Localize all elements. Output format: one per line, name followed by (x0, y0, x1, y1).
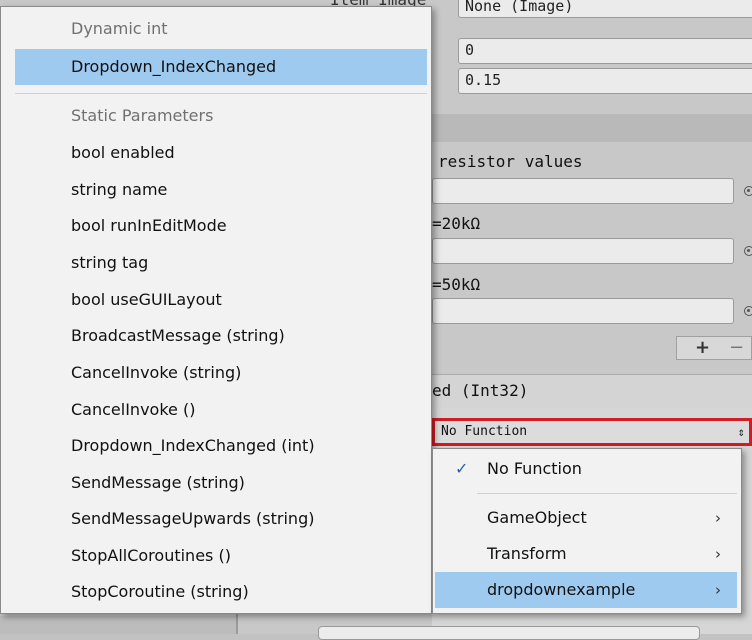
menu-item-sendmessage[interactable]: SendMessage (string) (15, 465, 427, 501)
event-header: ed (Int32) (432, 374, 752, 409)
value-field[interactable]: 0 (458, 38, 752, 64)
function-menu-item-label: No Function (487, 459, 582, 478)
function-menu-item-label: Transform (487, 544, 567, 563)
function-menu-item-label: dropdownexample (487, 580, 636, 599)
resistor-values-label: resistor values (438, 152, 583, 171)
resistor-input-3[interactable] (432, 298, 734, 324)
list-add-remove-bar: + − (676, 336, 752, 360)
item-image-value: None (Image) (465, 0, 574, 15)
alpha-field-text: 0.15 (465, 71, 502, 89)
menu-item-dropdown-indexchanged-dynamic[interactable]: Dropdown_IndexChanged (15, 49, 427, 85)
section-header-bar (432, 114, 752, 142)
event-label: ed (Int32) (432, 381, 529, 400)
function-menu-item-dropdownexample[interactable]: dropdownexample › (435, 572, 737, 608)
checkmark-icon: ✓ (455, 459, 469, 478)
add-button[interactable]: + (695, 337, 710, 358)
menu-item-bool-runineditmode[interactable]: bool runInEditMode (15, 208, 427, 244)
bottom-field[interactable] (318, 626, 700, 640)
resistor-input-1[interactable] (432, 178, 734, 204)
menu-header-static: Static Parameters (71, 106, 214, 125)
menu-header-dynamic: Dynamic int (71, 19, 168, 38)
item-image-field[interactable]: None (Image) (458, 0, 752, 18)
function-menu-item-no-function[interactable]: ✓ No Function (435, 451, 737, 487)
function-menu-item-label: GameObject (487, 508, 587, 527)
menu-separator (477, 493, 737, 494)
dropdown-arrow-icon: ⇕ (737, 425, 745, 439)
option-20k-label: =20kΩ (432, 214, 481, 233)
function-dropdown[interactable]: No Function ⇕ (432, 418, 752, 446)
menu-item-sendmessageupwards[interactable]: SendMessageUpwards (string) (15, 501, 427, 537)
value-field-text: 0 (465, 41, 475, 59)
chevron-right-icon: › (715, 581, 721, 599)
menu-item-cancelinvoke[interactable]: CancelInvoke () (15, 392, 427, 428)
object-picker-icon[interactable] (744, 186, 752, 196)
menu-item-broadcastmessage[interactable]: BroadcastMessage (string) (15, 318, 427, 354)
function-menu-item-gameobject[interactable]: GameObject › (435, 500, 737, 536)
menu-item-bool-enabled[interactable]: bool enabled (15, 135, 427, 171)
menu-item-string-name[interactable]: string name (15, 172, 427, 208)
menu-item-stopcoroutine[interactable]: StopCoroutine (string) (15, 574, 427, 610)
resistor-input-2[interactable] (432, 238, 734, 264)
chevron-right-icon: › (715, 545, 721, 563)
chevron-right-icon: › (715, 509, 721, 527)
object-picker-icon[interactable] (744, 306, 752, 316)
menu-item-stopallcoroutines[interactable]: StopAllCoroutines () (15, 538, 427, 574)
parameter-menu: Dynamic int Dropdown_IndexChanged Static… (0, 6, 432, 614)
menu-item-cancelinvoke-string[interactable]: CancelInvoke (string) (15, 355, 427, 391)
function-dropdown-value: No Function (441, 424, 528, 439)
menu-item-string-tag[interactable]: string tag (15, 245, 427, 281)
remove-button[interactable]: − (729, 337, 744, 358)
bottom-left-strip (0, 616, 236, 634)
function-menu: ✓ No Function GameObject › Transform › d… (432, 448, 742, 614)
menu-item-bool-useguilayout[interactable]: bool useGUILayout (15, 282, 427, 318)
menu-item-dropdown-indexchanged-int[interactable]: Dropdown_IndexChanged (int) (15, 428, 427, 464)
option-50k-label: =50kΩ (432, 275, 481, 294)
object-picker-icon[interactable] (744, 246, 752, 256)
menu-separator (15, 93, 427, 94)
divider (236, 614, 238, 634)
alpha-field[interactable]: 0.15 (458, 68, 752, 94)
function-menu-item-transform[interactable]: Transform › (435, 536, 737, 572)
